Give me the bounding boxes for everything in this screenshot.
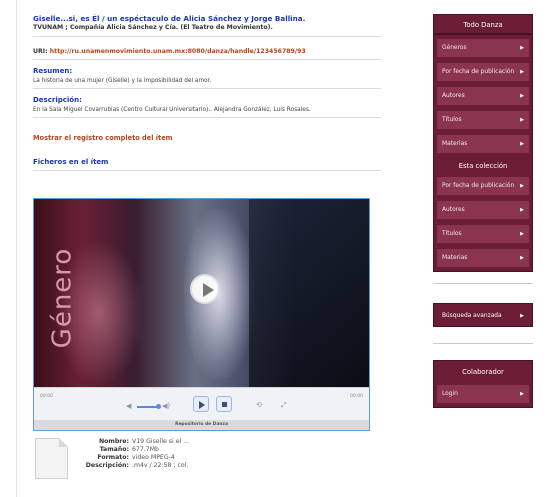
file-size-value: 677.7Mb	[132, 446, 159, 453]
resumen-heading: Resumen:	[33, 67, 73, 75]
arrow-right-icon: ▶	[520, 207, 524, 213]
collaborator-header: Colaborador	[437, 361, 529, 381]
sidebar-item-label: Títulos	[442, 231, 462, 237]
play-overlay-icon[interactable]	[190, 274, 220, 304]
sidebar-item-label: Géneros	[442, 45, 467, 51]
advanced-search-button[interactable]: Búsqueda avanzada ▶	[433, 303, 533, 327]
file-document-icon[interactable]	[35, 438, 68, 479]
divider	[33, 170, 381, 171]
file-size-label: Tamaño:	[99, 446, 129, 453]
play-button[interactable]	[193, 396, 209, 412]
sidebar-item-collection-materias[interactable]: Materias ▶	[437, 249, 529, 267]
divider	[33, 88, 381, 89]
file-name-value: V19 Giselle si el ...	[132, 438, 190, 445]
stop-button[interactable]	[216, 396, 232, 412]
file-fold-corner	[59, 438, 68, 447]
sidebar-item-fecha[interactable]: Por fecha de publicación ▶	[437, 63, 529, 81]
login-button[interactable]: Login ▶	[437, 385, 529, 403]
sidebar-divider	[433, 283, 533, 284]
arrow-right-icon: ▶	[520, 183, 524, 189]
player-caption: Repositorio de Danza	[34, 420, 369, 430]
item-title: Giselle...si, es Él / un espéctaculo de …	[33, 14, 306, 23]
file-name-row: Nombre: V19 Giselle si el ...	[73, 438, 189, 445]
arrow-right-icon: ▶	[520, 231, 524, 237]
volume-slider[interactable]	[137, 404, 161, 409]
volume-high-icon[interactable]: ◀)	[162, 402, 170, 410]
sidebar-divider	[433, 343, 533, 344]
arrow-right-icon: ▶	[520, 69, 524, 75]
sidebar-item-label: Materias	[442, 255, 468, 261]
volume-low-icon[interactable]: ◀	[126, 402, 131, 410]
arrow-right-icon: ▶	[520, 391, 524, 397]
advanced-search-label: Búsqueda avanzada	[442, 313, 502, 319]
divider	[33, 117, 381, 118]
file-size-row: Tamaño: 677.7Mb	[73, 446, 159, 453]
sidebar-item-generos[interactable]: Géneros ▶	[437, 39, 529, 57]
login-label: Login	[442, 391, 458, 397]
arrow-right-icon: ▶	[520, 93, 524, 99]
sidebar-item-label: Materias	[442, 141, 468, 147]
file-description-row: Descripción: .m4v / 22:58 ; col.	[73, 462, 189, 469]
divider	[33, 36, 381, 37]
loop-icon[interactable]: ⟲	[256, 401, 262, 409]
arrow-right-icon: ▶	[520, 141, 524, 147]
sidebar-item-collection-autores[interactable]: Autores ▶	[437, 201, 529, 219]
sidebar: Todo Danza Géneros ▶ Por fecha de public…	[433, 14, 533, 272]
sidebar-item-autores[interactable]: Autores ▶	[437, 87, 529, 105]
arrow-right-icon: ▶	[520, 117, 524, 123]
sidebar-browse-block: Géneros ▶ Por fecha de publicación ▶ Aut…	[433, 34, 533, 272]
arrow-right-icon: ▶	[520, 45, 524, 51]
video-player[interactable]: Género 00:00 00:00 ◀ ◀) ⟲ ⤢ Repositorio …	[33, 198, 370, 431]
file-format-value: video MPEG-4	[132, 454, 175, 461]
item-main-content: Giselle...si, es Él / un espéctaculo de …	[33, 14, 381, 171]
sidebar-item-label: Autores	[442, 207, 465, 213]
collaborator-block: Colaborador Login ▶	[433, 360, 533, 408]
sidebar-collection-header: Esta colección	[458, 162, 508, 170]
resumen-text: La historia de una mujer (Giselle) y la …	[33, 78, 212, 84]
sidebar-item-collection-fecha[interactable]: Por fecha de publicación ▶	[437, 177, 529, 195]
file-format-row: Formato: video MPEG-4	[73, 454, 175, 461]
uri-label: URI:	[33, 48, 48, 55]
uri-link[interactable]: http://ru.unamenmovimiento.unam.mx:8080/…	[50, 48, 306, 55]
full-record-link[interactable]: Mostrar el registro completo del ítem	[33, 134, 381, 142]
sidebar-header-todo-danza: Todo Danza	[433, 14, 533, 34]
files-heading: Ficheros en el ítem	[33, 158, 109, 166]
sidebar-item-materias[interactable]: Materias ▶	[437, 135, 529, 153]
fullscreen-icon[interactable]: ⤢	[281, 401, 287, 410]
resumen-section: Resumen: La historia de una mujer (Gisel…	[33, 67, 381, 84]
sidebar-item-collection-titulos[interactable]: Títulos ▶	[437, 225, 529, 243]
total-time: 00:00	[350, 394, 363, 399]
descripcion-heading: Descripción:	[33, 96, 82, 104]
divider	[33, 59, 381, 60]
file-info: Nombre: V19 Giselle si el ... Tamaño: 677.…	[33, 438, 353, 488]
left-border-line	[16, 0, 17, 497]
arrow-right-icon: ▶	[520, 313, 524, 319]
uri-row: URI: http://ru.unamenmovimiento.unam.mx:…	[33, 48, 381, 55]
descripcion-text: En la Sala Miguel Covarrubias (Centro Cu…	[33, 107, 311, 113]
player-controls: 00:00 00:00 ◀ ◀) ⟲ ⤢	[34, 387, 369, 420]
sidebar-item-label: Por fecha de publicación	[442, 183, 515, 189]
file-format-label: Formato:	[97, 454, 129, 461]
file-description-label: Descripción:	[85, 462, 129, 469]
sidebar-item-label: Autores	[442, 93, 465, 99]
file-description-value: .m4v / 22:58 ; col.	[132, 462, 189, 469]
descripcion-section: Descripción: En la Sala Miguel Covarrubi…	[33, 96, 381, 113]
thumbnail-dark-area	[249, 199, 369, 387]
current-time: 00:00	[40, 394, 53, 399]
file-name-label: Nombre:	[98, 438, 129, 445]
thumbnail-genre-text: Género	[47, 247, 78, 349]
sidebar-item-label: Por fecha de publicación	[442, 69, 515, 75]
video-thumbnail[interactable]: Género	[34, 199, 369, 387]
arrow-right-icon: ▶	[520, 255, 524, 261]
sidebar-item-label: Títulos	[442, 117, 462, 123]
item-publisher: TVUNAM ; Compañía Alicia Sánchez y Cía. …	[33, 24, 273, 31]
sidebar-item-titulos[interactable]: Títulos ▶	[437, 111, 529, 129]
